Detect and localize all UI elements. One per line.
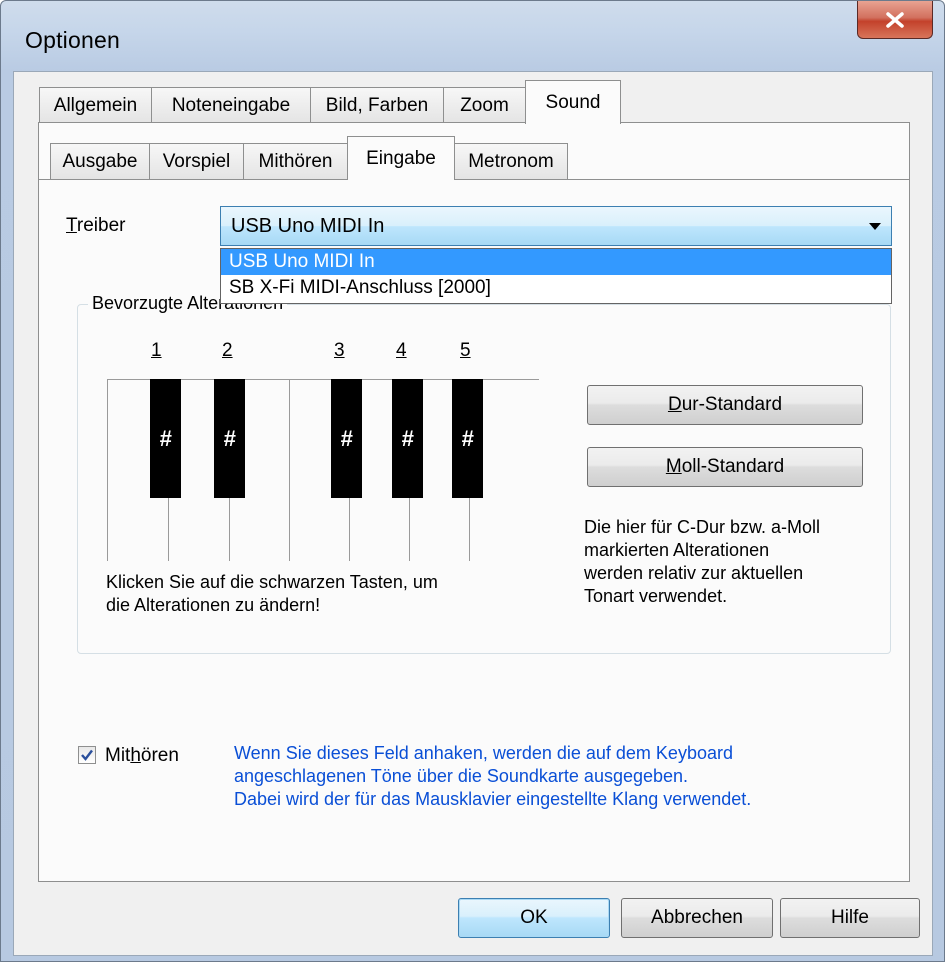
tab-label: Metronom	[468, 150, 554, 172]
title-bar[interactable]: Optionen	[1, 1, 944, 73]
help-label: Hilfe	[830, 907, 869, 928]
tab-noteneingabe[interactable]: Noteneingabe	[151, 87, 311, 123]
cancel-label: Abbrechen	[651, 907, 743, 928]
tab-label: Zoom	[460, 94, 509, 116]
tab-bild-farben[interactable]: Bild, Farben	[310, 87, 444, 123]
instruction-line: die Alterationen zu ändern!	[106, 595, 321, 615]
note-line: werden relativ zur aktuellen	[584, 563, 804, 583]
treiber-label: Treiber	[66, 215, 126, 236]
cancel-button[interactable]: Abbrechen	[621, 898, 773, 938]
tab-label: Bild, Farben	[325, 94, 429, 116]
alterations-note: Die hier für C-Dur bzw. a-Moll markierte…	[584, 516, 820, 608]
tab-allgemein[interactable]: Allgemein	[39, 87, 152, 123]
sharp-symbol: #	[401, 425, 414, 451]
key-number-4: 4	[396, 340, 407, 361]
info-line: Dabei wird der für das Mausklavier einge…	[234, 789, 752, 809]
tab-mithoeren[interactable]: Mithören	[243, 143, 348, 179]
sharp-symbol: #	[461, 425, 474, 451]
keyboard-instruction: Klicken Sie auf die schwarzen Tasten, um…	[106, 571, 438, 617]
black-key-1[interactable]: #	[150, 379, 181, 498]
key-number-3: 3	[334, 340, 345, 361]
close-icon	[886, 11, 904, 28]
treiber-option-sb-xfi[interactable]: SB X-Fi MIDI-Anschluss [2000]	[221, 275, 891, 301]
options-dialog: Optionen Allgemein Noteneingabe Bild, Fa…	[0, 0, 945, 962]
black-key-2[interactable]: #	[214, 379, 245, 498]
note-line: markierten Alterationen	[584, 540, 770, 560]
note-line: Die hier für C-Dur bzw. a-Moll	[584, 517, 821, 537]
key-number-2: 2	[222, 340, 233, 361]
black-key-5[interactable]: #	[452, 379, 483, 498]
white-key-divider	[289, 379, 290, 561]
tab-label: Sound	[545, 91, 601, 113]
key-number-1: 1	[151, 340, 162, 361]
instruction-line: Klicken Sie auf die schwarzen Tasten, um	[106, 572, 438, 592]
sharp-symbol: #	[159, 425, 172, 451]
dialog-client-area: Allgemein Noteneingabe Bild, Farben Zoom…	[13, 71, 933, 956]
tab-label: Eingabe	[366, 147, 436, 169]
treiber-dropdown[interactable]: USB Uno MIDI In	[220, 206, 892, 246]
sharp-symbol: #	[223, 425, 236, 451]
tab-label: Mithören	[258, 150, 333, 172]
key-number-5: 5	[460, 340, 471, 361]
tab-eingabe[interactable]: Eingabe	[347, 136, 455, 180]
window-title: Optionen	[25, 27, 120, 53]
mithoeren-checkbox[interactable]	[78, 746, 96, 764]
chevron-down-icon	[869, 223, 881, 230]
note-line: Tonart verwendet.	[584, 586, 728, 606]
sharp-symbol: #	[340, 425, 353, 451]
tab-label: Vorspiel	[162, 150, 231, 172]
treiber-dropdown-list[interactable]: USB Uno MIDI In SB X-Fi MIDI-Anschluss […	[220, 248, 892, 304]
tab-label: Ausgabe	[62, 150, 138, 172]
tab-label: Allgemein	[53, 94, 138, 116]
tab-metronom[interactable]: Metronom	[454, 143, 568, 179]
ok-label: OK	[520, 907, 548, 928]
black-key-4[interactable]: #	[392, 379, 423, 498]
treiber-selected-value: USB Uno MIDI In	[231, 214, 385, 237]
info-line: angeschlagenen Töne über die Soundkarte …	[234, 766, 689, 786]
tab-label: Noteneingabe	[171, 94, 291, 116]
info-line: Wenn Sie dieses Feld anhaken, werden die…	[234, 743, 733, 763]
tab-sound[interactable]: Sound	[525, 80, 621, 124]
dur-standard-button[interactable]: Dur-Standard	[587, 385, 863, 425]
treiber-option-usb-uno[interactable]: USB Uno MIDI In	[221, 249, 891, 275]
mithoeren-label[interactable]: Mithören	[105, 744, 179, 767]
checkmark-icon	[81, 749, 93, 761]
white-key-divider	[107, 379, 108, 561]
ok-button[interactable]: OK	[458, 898, 610, 938]
keyboard-diagram: # # # # #	[107, 379, 539, 561]
tab-vorspiel[interactable]: Vorspiel	[149, 143, 244, 179]
close-button[interactable]	[857, 1, 933, 39]
tab-ausgabe[interactable]: Ausgabe	[50, 143, 150, 179]
mithoeren-info: Wenn Sie dieses Feld anhaken, werden die…	[234, 742, 751, 811]
help-button[interactable]: Hilfe	[780, 898, 920, 938]
moll-standard-button[interactable]: Moll-Standard	[587, 447, 863, 487]
tab-zoom[interactable]: Zoom	[443, 87, 526, 123]
black-key-3[interactable]: #	[331, 379, 362, 498]
